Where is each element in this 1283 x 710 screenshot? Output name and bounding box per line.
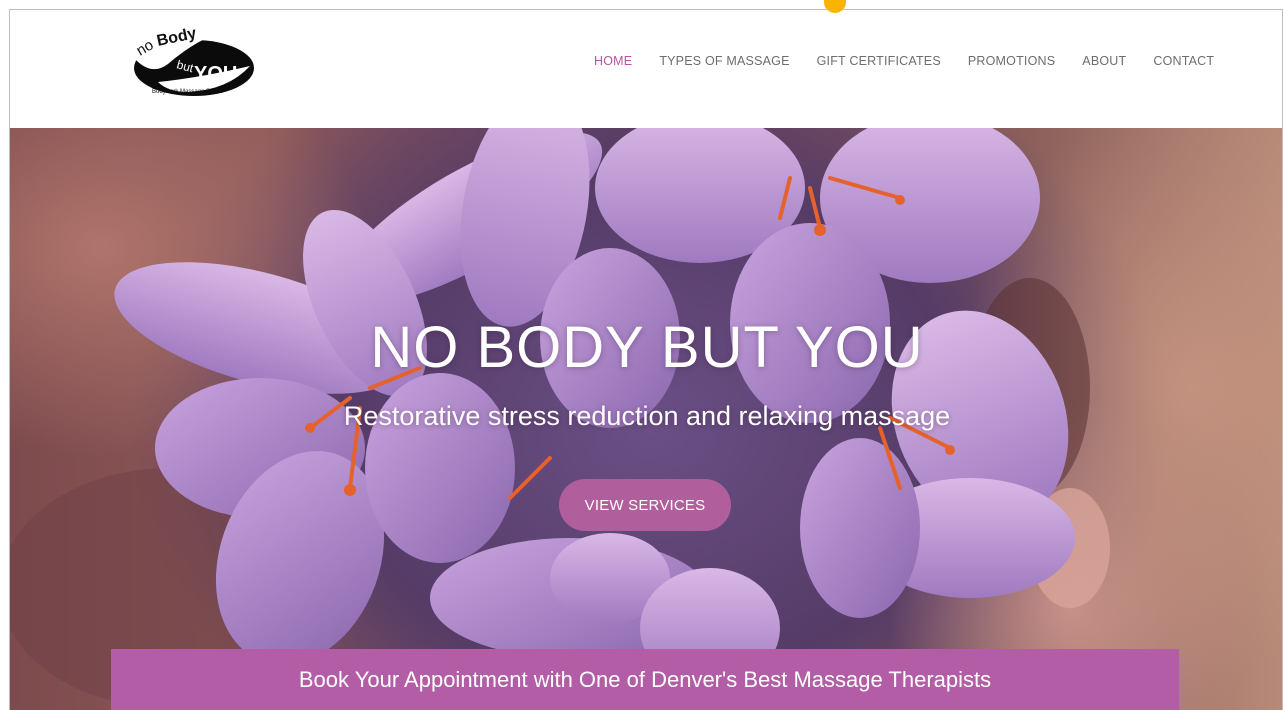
nav-gift-certificates[interactable]: GIFT CERTIFICATES — [817, 54, 941, 68]
site-header: no Body but YOU Bodywork Massage Studio … — [10, 10, 1282, 128]
nav-promotions[interactable]: PROMOTIONS — [968, 54, 1055, 68]
nav-contact[interactable]: CONTACT — [1153, 54, 1214, 68]
nav-home[interactable]: HOME — [594, 54, 632, 68]
view-services-button[interactable]: VIEW SERVICES — [559, 479, 731, 531]
booking-banner-text: Book Your Appointment with One of Denver… — [298, 667, 992, 692]
browser-viewport: no Body but YOU Bodywork Massage Studio … — [9, 9, 1283, 710]
nav-about[interactable]: ABOUT — [1082, 54, 1126, 68]
hero-title: NO BODY BUT YOU — [370, 315, 924, 380]
main-nav: HOME TYPES OF MASSAGE GIFT CERTIFICATES … — [594, 54, 1214, 68]
booking-banner[interactable]: Book Your Appointment with One of Denver… — [111, 649, 1179, 710]
logo-word-you: YOU — [194, 63, 237, 85]
logo-tagline: Bodywork Massage Studio — [152, 89, 224, 95]
hero-section: NO BODY BUT YOU Restorative stress reduc… — [10, 128, 1282, 710]
site-logo[interactable]: no Body but YOU Bodywork Massage Studio — [128, 20, 256, 106]
logo-mark-icon: no Body but YOU Bodywork Massage Studio — [134, 25, 254, 96]
hero-subtitle: Restorative stress reduction and relaxin… — [343, 401, 951, 431]
nav-types-of-massage[interactable]: TYPES OF MASSAGE — [659, 54, 789, 68]
